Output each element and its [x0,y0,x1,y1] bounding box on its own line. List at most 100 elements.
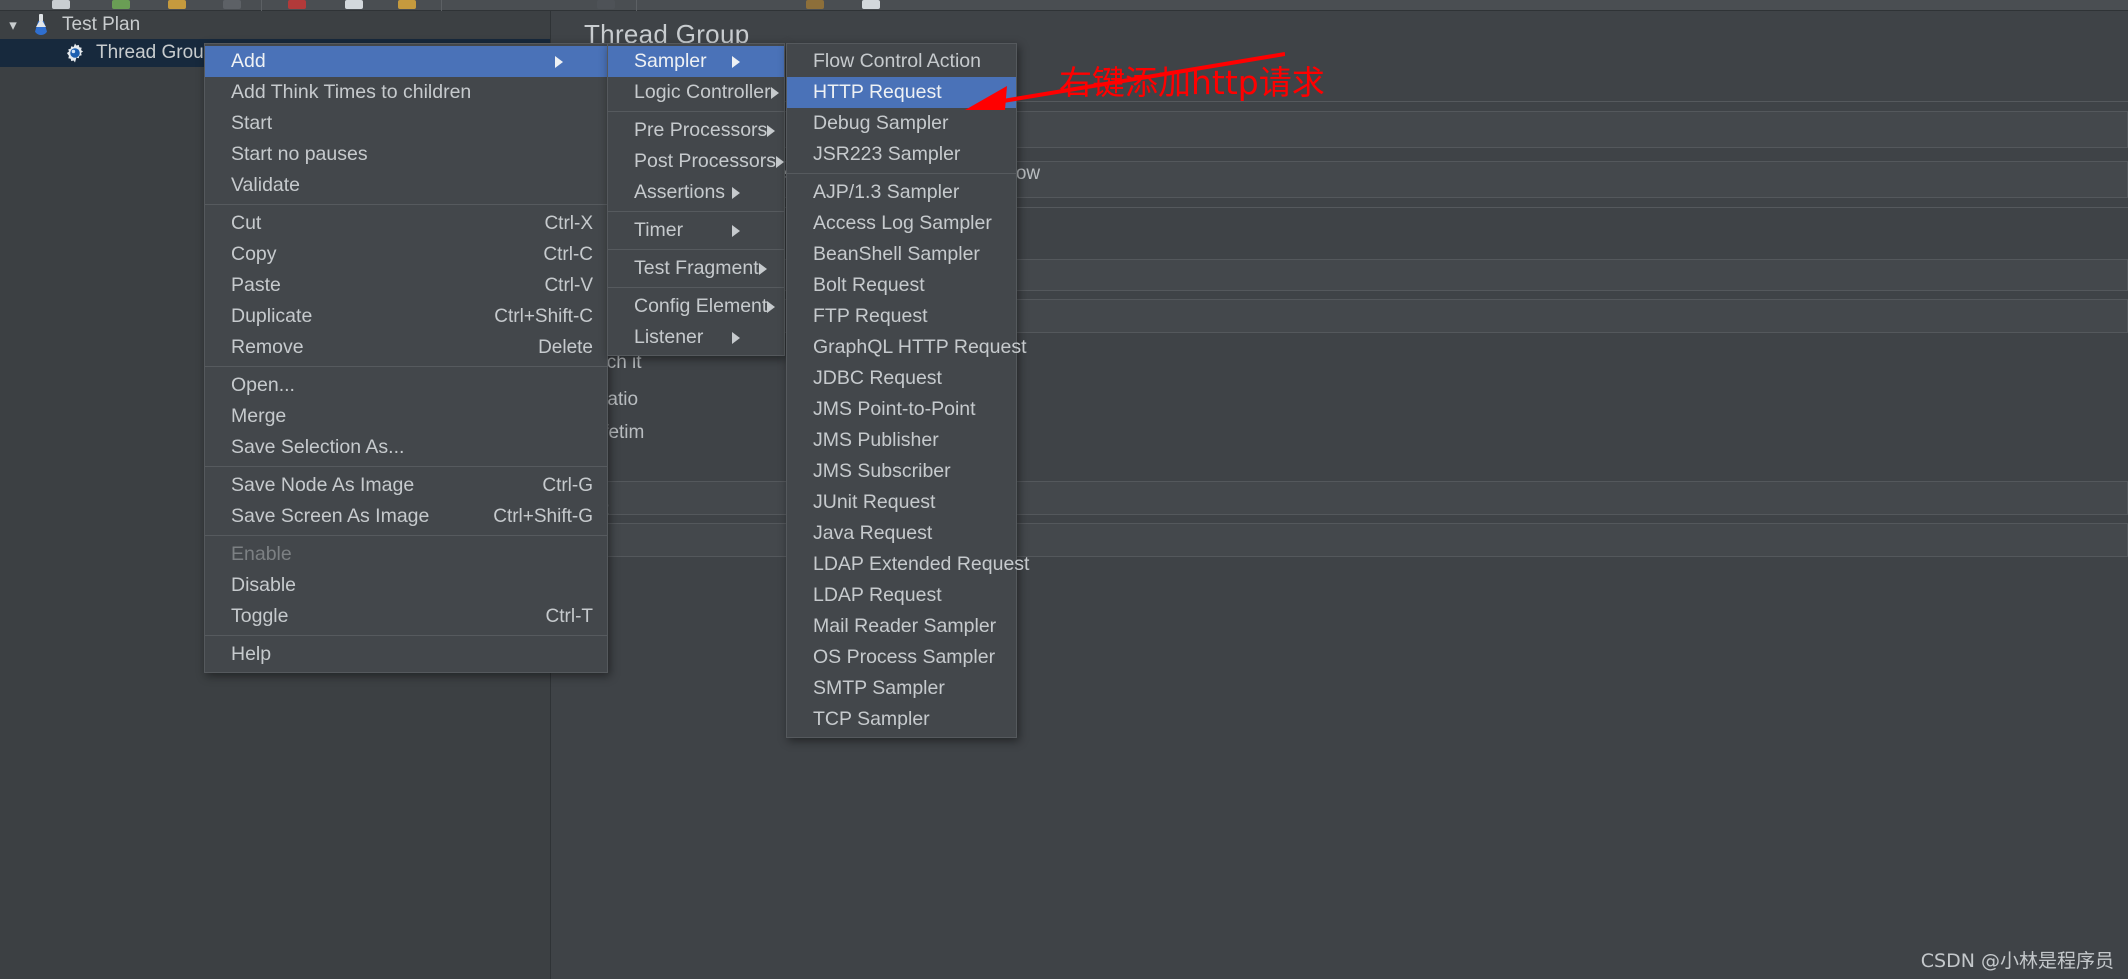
menu-item-label: Timer [634,219,684,241]
context-menu-item-disable[interactable]: Disable [205,570,607,601]
sampler-submenu-item-smtp-sampler[interactable]: SMTP Sampler [787,673,1016,704]
add-submenu-item-pre-processors[interactable]: Pre Processors [608,115,784,146]
sampler-submenu-item-jms-subscriber[interactable]: JMS Subscriber [787,456,1016,487]
menu-item-label: Pre Processors [634,119,768,141]
toolbar-icon-clear[interactable] [806,0,824,9]
toolbar-icon-save[interactable] [223,0,241,9]
context-menu-item-add[interactable]: Add [205,46,607,77]
sampler-submenu-item-ajp-1-3-sampler[interactable]: AJP/1.3 Sampler [787,177,1016,208]
menu-item-label: LDAP Request [813,584,942,606]
context-menu-separator [205,204,607,205]
context-menu-separator [205,466,607,467]
menu-item-label: BeanShell Sampler [813,243,980,265]
context-menu-item-remove[interactable]: Remove Delete [205,332,607,363]
context-menu-item-copy[interactable]: Copy Ctrl-C [205,239,607,270]
sampler-submenu-item-mail-reader-sampler[interactable]: Mail Reader Sampler [787,611,1016,642]
toolbar-icon-open[interactable] [168,0,186,9]
add-submenu-item-config-element[interactable]: Config Element [608,291,784,322]
menu-item-label: Start [231,112,273,134]
menu-item-label: Post Processors [634,150,776,172]
context-menu-item-save-screen-as-image[interactable]: Save Screen As Image Ctrl+Shift-G [205,501,607,532]
context-menu-item-paste[interactable]: Paste Ctrl-V [205,270,607,301]
menu-item-label: Paste [231,274,281,296]
chevron-right-icon [555,55,593,68]
menu-item-shortcut: Ctrl+Shift-C [494,305,593,327]
context-menu-item-merge[interactable]: Merge [205,401,607,432]
context-menu-item-save-selection-as[interactable]: Save Selection As... [205,432,607,463]
toolbar-icon-templates[interactable] [112,0,130,9]
sampler-submenu-item-ldap-request[interactable]: LDAP Request [787,580,1016,611]
add-submenu[interactable]: Sampler Logic Controller Pre Processors Pos… [607,43,785,356]
menu-item-label: SMTP Sampler [813,677,945,699]
add-submenu-item-post-processors[interactable]: Post Processors [608,146,784,177]
menu-item-label: FTP Request [813,305,928,327]
sampler-submenu-item-graphql-http-request[interactable]: GraphQL HTTP Request [787,332,1027,363]
context-menu-item-open[interactable]: Open... [205,370,607,401]
tree-item-label: Thread Group [96,42,215,63]
menu-item-label: Remove [231,336,304,358]
context-menu-item-duplicate[interactable]: Duplicate Ctrl+Shift-C [205,301,607,332]
add-submenu-item-test-fragment[interactable]: Test Fragment [608,253,784,284]
menu-item-label: JDBC Request [813,367,942,389]
jmeter-window: ▾ Test Plan Thread Group Thread Group No… [0,0,2128,979]
sampler-submenu-item-beanshell-sampler[interactable]: BeanShell Sampler [787,239,1016,270]
gear-icon [60,42,90,64]
toolbar-icon-new[interactable] [52,0,70,9]
add-submenu-item-logic-controller[interactable]: Logic Controller [608,77,784,108]
menu-item-label: JMS Publisher [813,429,939,451]
menu-item-label: Validate [231,174,301,196]
menu-item-label: JMS Point-to-Point [813,398,976,420]
add-submenu-item-assertions[interactable]: Assertions [608,177,784,208]
add-submenu-item-listener[interactable]: Listener [608,322,784,353]
context-menu-item-start[interactable]: Start [205,108,607,139]
menu-item-label: AJP/1.3 Sampler [813,181,960,203]
sampler-submenu-item-tcp-sampler[interactable]: TCP Sampler [787,704,1016,735]
context-menu-item-cut[interactable]: Cut Ctrl-X [205,208,607,239]
menu-item-label: Java Request [813,522,933,544]
toolbar-icon-paste[interactable] [398,0,416,9]
menu-item-label: Config Element [634,295,768,317]
menu-item-label: JSR223 Sampler [813,143,961,165]
menu-item-label: Test Fragment [634,257,759,279]
menu-item-label: Save Node As Image [231,474,415,496]
menu-item-label: Save Selection As... [231,436,405,458]
sampler-submenu-item-access-log-sampler[interactable]: Access Log Sampler [787,208,1016,239]
menu-item-label: Access Log Sampler [813,212,992,234]
sampler-submenu-item-jsr223-sampler[interactable]: JSR223 Sampler [787,139,1016,170]
sampler-submenu-item-ldap-extended-request[interactable]: LDAP Extended Request [787,549,1029,580]
sampler-submenu-item-jdbc-request[interactable]: JDBC Request [787,363,1016,394]
chevron-down-icon[interactable]: ▾ [0,16,26,34]
sampler-submenu-item-junit-request[interactable]: JUnit Request [787,487,1016,518]
context-menu[interactable]: Add Add Think Times to children Start Start… [204,43,608,673]
sampler-submenu-item-jms-point-to-point[interactable]: JMS Point-to-Point [787,394,1016,425]
context-menu-item-add-think-times-to-children[interactable]: Add Think Times to children [205,77,607,108]
menu-item-label: Debug Sampler [813,112,949,134]
context-menu-item-validate[interactable]: Validate [205,170,607,201]
add-submenu-separator [608,211,784,212]
menu-item-label: Bolt Request [813,274,925,296]
context-menu-item-toggle[interactable]: Toggle Ctrl-T [205,601,607,632]
sampler-submenu-item-os-process-sampler[interactable]: OS Process Sampler [787,642,1016,673]
add-submenu-item-sampler[interactable]: Sampler [608,46,784,77]
tree-item-test-plan[interactable]: ▾ Test Plan [0,11,550,39]
menu-item-label: JUnit Request [813,491,936,513]
sampler-submenu-item-java-request[interactable]: Java Request [787,518,1016,549]
sampler-submenu-item-debug-sampler[interactable]: Debug Sampler [787,108,1016,139]
sampler-submenu-item-bolt-request[interactable]: Bolt Request [787,270,1016,301]
sampler-submenu[interactable]: Flow Control Action HTTP Request Debug Sam… [786,43,1029,738]
chevron-right-icon [732,186,770,199]
context-menu-item-help[interactable]: Help [205,639,607,670]
sampler-submenu-item-http-request[interactable]: HTTP Request [787,77,1016,108]
toolbar-icon-search[interactable] [862,0,880,9]
toolbar-icon-cut[interactable] [288,0,306,9]
add-submenu-item-timer[interactable]: Timer [608,215,784,246]
menu-item-label: Sampler [634,50,707,72]
sampler-submenu-item-jms-publisher[interactable]: JMS Publisher [787,425,1016,456]
sampler-submenu-separator [787,173,1016,174]
sampler-submenu-item-flow-control-action[interactable]: Flow Control Action [787,46,1016,77]
context-menu-item-save-node-as-image[interactable]: Save Node As Image Ctrl-G [205,470,607,501]
sampler-submenu-item-ftp-request[interactable]: FTP Request [787,301,1016,332]
context-menu-item-start-no-pauses[interactable]: Start no pauses [205,139,607,170]
toolbar-icon-start[interactable] [597,0,615,9]
toolbar-icon-copy[interactable] [345,0,363,9]
